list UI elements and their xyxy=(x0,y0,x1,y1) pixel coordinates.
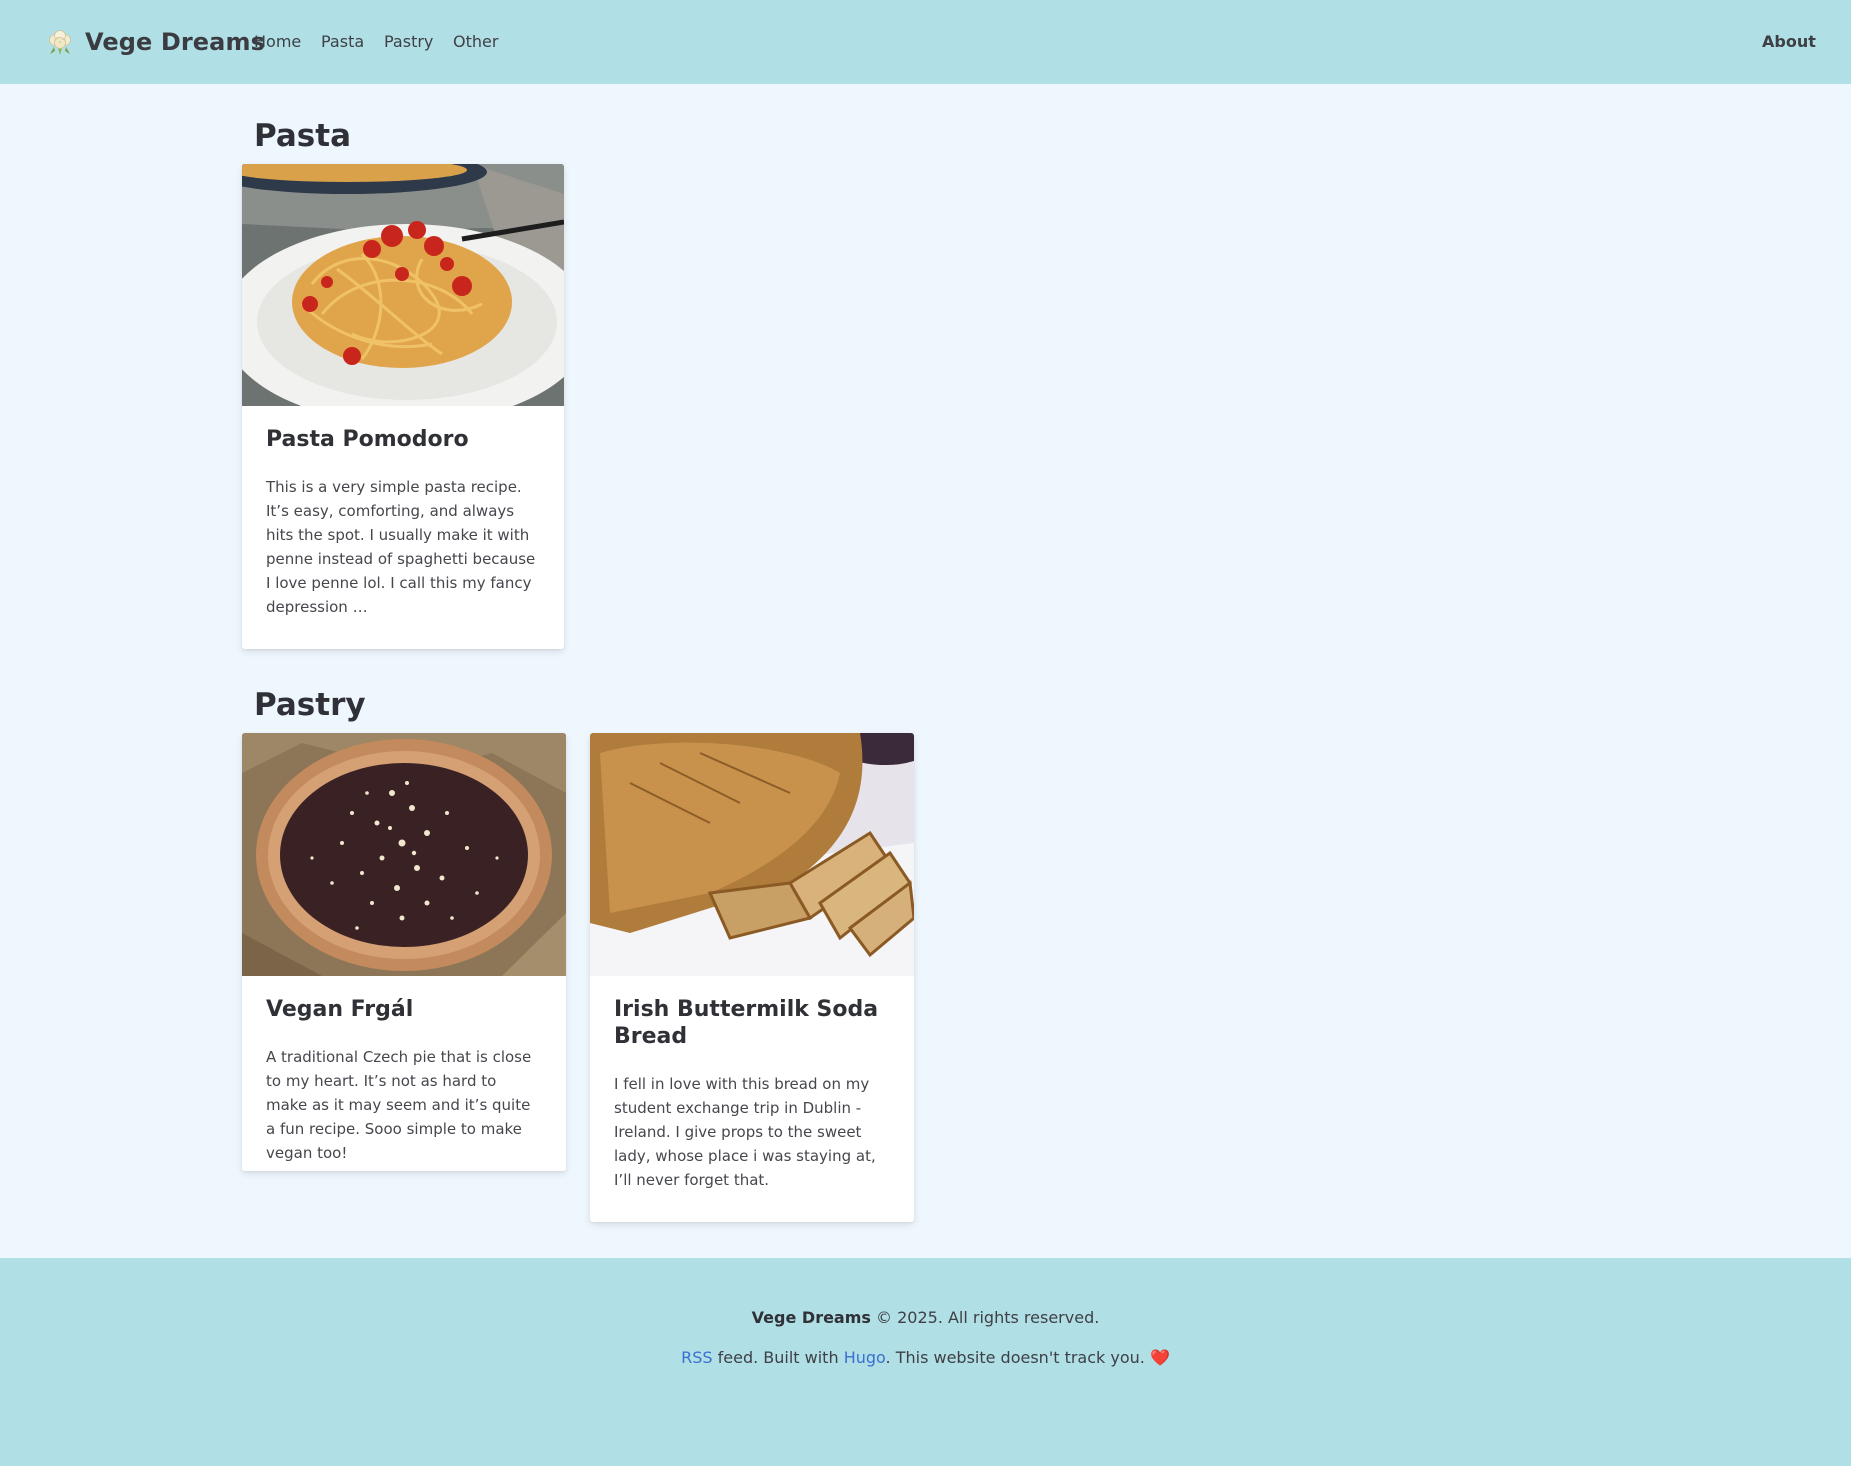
section-title-pasta: Pasta xyxy=(254,118,351,154)
footer-brand: Vege Dreams xyxy=(751,1308,871,1327)
nav-pasta[interactable]: Pasta xyxy=(321,30,364,54)
nav-other[interactable]: Other xyxy=(453,30,498,54)
card-title: Pasta Pomodoro xyxy=(266,427,469,452)
nav-pastry[interactable]: Pastry xyxy=(384,30,433,54)
card-title: Vegan Frgál xyxy=(266,997,414,1022)
footer: Vege Dreams © 2025. All rights reserved.… xyxy=(0,1258,1851,1466)
footer-tracking-text: . This website doesn't track you. xyxy=(885,1348,1150,1367)
brand-name: Vege Dreams xyxy=(85,28,265,56)
pasta-pomodoro-image xyxy=(242,164,564,406)
footer-copyright: Vege Dreams © 2025. All rights reserved. xyxy=(0,1306,1851,1330)
recipe-card-vegan-frgal[interactable]: Vegan Frgál A traditional Czech pie that… xyxy=(242,733,566,1171)
card-title: Irish Buttermilk Soda Bread xyxy=(614,997,879,1049)
recipe-card-pasta-pomodoro[interactable]: Pasta Pomodoro This is a very simple pas… xyxy=(242,164,564,649)
vegan-frgal-image xyxy=(242,733,566,976)
nav-about[interactable]: About xyxy=(1762,30,1816,54)
footer-credits: RSS feed. Built with Hugo. This website … xyxy=(0,1346,1851,1370)
irish-soda-bread-image xyxy=(590,733,914,976)
nav-home[interactable]: Home xyxy=(254,30,301,54)
card-body: Irish Buttermilk Soda Bread I fell in lo… xyxy=(590,976,914,1214)
section-title-pastry: Pastry xyxy=(254,687,366,723)
hugo-link[interactable]: Hugo xyxy=(844,1348,886,1367)
footer-feed-text: feed. Built with xyxy=(712,1348,844,1367)
page: Vege Dreams Home Pasta Pastry Other Abou… xyxy=(0,0,1851,1466)
cauliflower-logo-icon xyxy=(49,30,71,55)
card-body: Vegan Frgál A traditional Czech pie that… xyxy=(242,976,566,1171)
recipe-card-irish-soda-bread[interactable]: Irish Buttermilk Soda Bread I fell in lo… xyxy=(590,733,914,1222)
card-body: Pasta Pomodoro This is a very simple pas… xyxy=(242,406,564,641)
footer-copyright-text: © 2025. All rights reserved. xyxy=(870,1308,1100,1327)
heart-icon: ❤️ xyxy=(1149,1348,1170,1367)
brand-link[interactable]: Vege Dreams xyxy=(45,25,265,59)
card-summary: This is a very simple pasta recipe. It’s… xyxy=(266,478,536,616)
navbar: Vege Dreams Home Pasta Pastry Other Abou… xyxy=(0,0,1851,84)
card-summary: A traditional Czech pie that is close to… xyxy=(266,1048,532,1162)
rss-link[interactable]: RSS xyxy=(681,1348,712,1367)
card-summary: I fell in love with this bread on my stu… xyxy=(614,1075,876,1189)
